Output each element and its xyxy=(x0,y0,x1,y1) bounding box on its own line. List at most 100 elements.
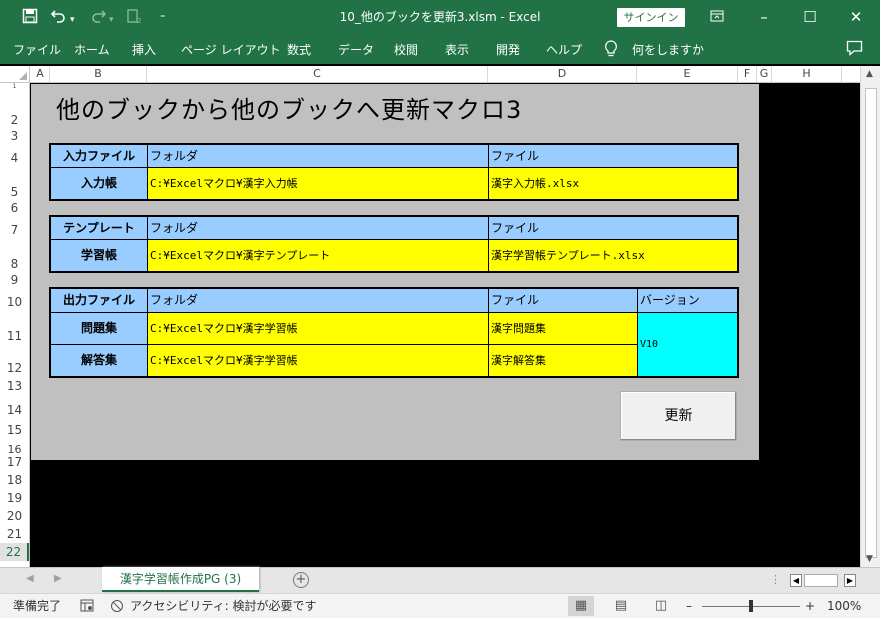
problem-set-file[interactable]: 漢字問題集 xyxy=(488,312,638,345)
tab-home[interactable]: ホーム xyxy=(74,42,110,58)
column-header-c[interactable]: C xyxy=(147,66,488,82)
row-header-6[interactable]: 6 xyxy=(0,201,29,215)
undo-dropdown-icon[interactable]: ▾ xyxy=(70,11,75,29)
tab-developer[interactable]: 開発 xyxy=(496,42,520,58)
template-label[interactable]: テンプレート xyxy=(50,216,148,240)
zoom-slider-knob[interactable] xyxy=(749,600,753,612)
update-button[interactable]: 更新 xyxy=(620,391,737,441)
row-header-20[interactable]: 20 xyxy=(0,509,29,523)
tab-help[interactable]: ヘルプ xyxy=(546,42,582,58)
macro-record-icon[interactable] xyxy=(80,599,94,615)
answer-set-folder[interactable]: C:¥Excelマクロ¥漢字学習帳 xyxy=(147,344,489,377)
template-folder-value[interactable]: C:¥Excelマクロ¥漢字テンプレート xyxy=(147,239,489,272)
zoom-out-icon[interactable]: – xyxy=(686,599,692,613)
zoom-in-icon[interactable]: + xyxy=(805,599,815,613)
input-file-label[interactable]: 入力ファイル xyxy=(50,144,148,168)
save-icon[interactable] xyxy=(22,8,38,28)
add-sheet-icon[interactable]: + xyxy=(293,572,309,588)
redo-icon[interactable] xyxy=(89,8,107,28)
row-header-3[interactable]: 3 xyxy=(0,129,29,143)
normal-view-icon[interactable]: ▦ xyxy=(568,596,594,616)
row-header-16[interactable]: 16 xyxy=(0,444,29,455)
output-version-header[interactable]: バージョン xyxy=(637,288,738,313)
row-header-2[interactable]: 2 xyxy=(0,113,29,127)
maximize-icon[interactable]: ☐ xyxy=(795,4,825,30)
output-folder-header[interactable]: フォルダ xyxy=(147,288,489,313)
answer-set-file[interactable]: 漢字解答集 xyxy=(488,344,638,377)
row-header-8[interactable]: 8 xyxy=(0,257,29,271)
input-folder-header[interactable]: フォルダ xyxy=(147,144,489,168)
tab-data[interactable]: データ xyxy=(338,42,374,58)
row-header-10[interactable]: 10 xyxy=(0,295,29,309)
problem-set-label[interactable]: 問題集 xyxy=(50,312,148,345)
tab-review[interactable]: 校閲 xyxy=(394,42,418,58)
problem-set-folder[interactable]: C:¥Excelマクロ¥漢字学習帳 xyxy=(147,312,489,345)
column-header-f[interactable]: F xyxy=(738,66,757,82)
scroll-up-icon[interactable]: ▲ xyxy=(866,69,873,79)
customize-qa-icon[interactable]: ⁼ xyxy=(160,10,165,28)
signin-button[interactable]: サインイン xyxy=(617,8,685,27)
page-layout-view-icon[interactable]: ▤ xyxy=(608,596,634,616)
column-header-a[interactable]: A xyxy=(31,66,50,82)
close-icon[interactable]: ✕ xyxy=(841,4,871,30)
column-header-b[interactable]: B xyxy=(50,66,147,82)
row-header-17[interactable]: 17 xyxy=(0,455,29,469)
column-header-e[interactable]: E xyxy=(637,66,738,82)
tab-view[interactable]: 表示 xyxy=(445,42,469,58)
version-value[interactable]: V10 xyxy=(637,312,738,377)
row-header-7[interactable]: 7 xyxy=(0,223,29,237)
row-header-14[interactable]: 14 xyxy=(0,403,29,417)
input-file-value[interactable]: 漢字入力帳.xlsx xyxy=(488,167,738,200)
tell-me-search[interactable]: 何をしますか xyxy=(632,42,704,58)
answer-set-label[interactable]: 解答集 xyxy=(50,344,148,377)
prev-sheet-icon[interactable]: ◀ xyxy=(26,573,34,584)
scroll-down-icon[interactable]: ▼ xyxy=(866,554,873,564)
template-folder-header[interactable]: フォルダ xyxy=(147,216,489,240)
input-file-header[interactable]: ファイル xyxy=(488,144,738,168)
custom-qa-icon[interactable]: 2 xyxy=(126,8,144,28)
column-header-h[interactable]: H xyxy=(772,66,842,82)
sheet-tab-active[interactable]: 漢字学習帳作成PG (3) xyxy=(102,567,259,592)
template-file-header[interactable]: ファイル xyxy=(488,216,738,240)
row-header-13[interactable]: 13 xyxy=(0,379,29,393)
row-header-1[interactable]: 1 xyxy=(0,84,29,90)
lightbulb-icon[interactable] xyxy=(604,40,618,62)
tab-file[interactable]: ファイル xyxy=(13,42,61,58)
scroll-right-icon[interactable]: ▶ xyxy=(844,574,856,587)
row-header-11[interactable]: 11 xyxy=(0,329,29,343)
template-file-value[interactable]: 漢字学習帳テンプレート.xlsx xyxy=(488,239,738,272)
select-all-button[interactable] xyxy=(0,66,30,82)
zoom-level[interactable]: 100% xyxy=(827,599,861,613)
row-header-19[interactable]: 19 xyxy=(0,491,29,505)
tab-insert[interactable]: 挿入 xyxy=(132,42,156,58)
vertical-scroll-thumb[interactable] xyxy=(865,88,877,558)
next-sheet-icon[interactable]: ▶ xyxy=(54,573,62,584)
redo-dropdown-icon[interactable]: ▾ xyxy=(109,11,114,29)
row-header-9[interactable]: 9 xyxy=(0,273,29,287)
scroll-left-icon[interactable]: ◀ xyxy=(790,574,802,587)
accessibility-status[interactable]: アクセシビリティ: 検討が必要です xyxy=(130,599,317,613)
output-file-header[interactable]: ファイル xyxy=(488,288,638,313)
comment-icon[interactable] xyxy=(846,40,863,60)
row-header-5[interactable]: 5 xyxy=(0,185,29,199)
ribbon-display-icon[interactable] xyxy=(702,4,732,30)
column-header-g[interactable]: G xyxy=(757,66,772,82)
row-header-21[interactable]: 21 xyxy=(0,527,29,541)
row-header-15[interactable]: 15 xyxy=(0,423,29,437)
horizontal-scroll-thumb[interactable] xyxy=(804,574,838,587)
output-file-label[interactable]: 出力ファイル xyxy=(50,288,148,313)
more-options-icon[interactable]: ⋮ xyxy=(770,573,781,586)
row-header-12[interactable]: 12 xyxy=(0,361,29,375)
row-header-22[interactable]: 22 xyxy=(0,543,29,561)
column-header-d[interactable]: D xyxy=(488,66,637,82)
accessibility-icon[interactable] xyxy=(110,599,126,616)
tab-page-layout[interactable]: ページ レイアウト xyxy=(181,42,281,58)
vertical-scrollbar[interactable]: ▲ ▼ xyxy=(860,66,880,567)
row-header-18[interactable]: 18 xyxy=(0,473,29,487)
minimize-icon[interactable]: – xyxy=(749,4,779,30)
input-book-label[interactable]: 入力帳 xyxy=(50,167,148,200)
undo-icon[interactable] xyxy=(50,8,68,28)
page-break-view-icon[interactable]: ◫ xyxy=(648,596,674,616)
input-folder-value[interactable]: C:¥Excelマクロ¥漢字入力帳 xyxy=(147,167,489,200)
tab-formulas[interactable]: 数式 xyxy=(287,42,311,58)
